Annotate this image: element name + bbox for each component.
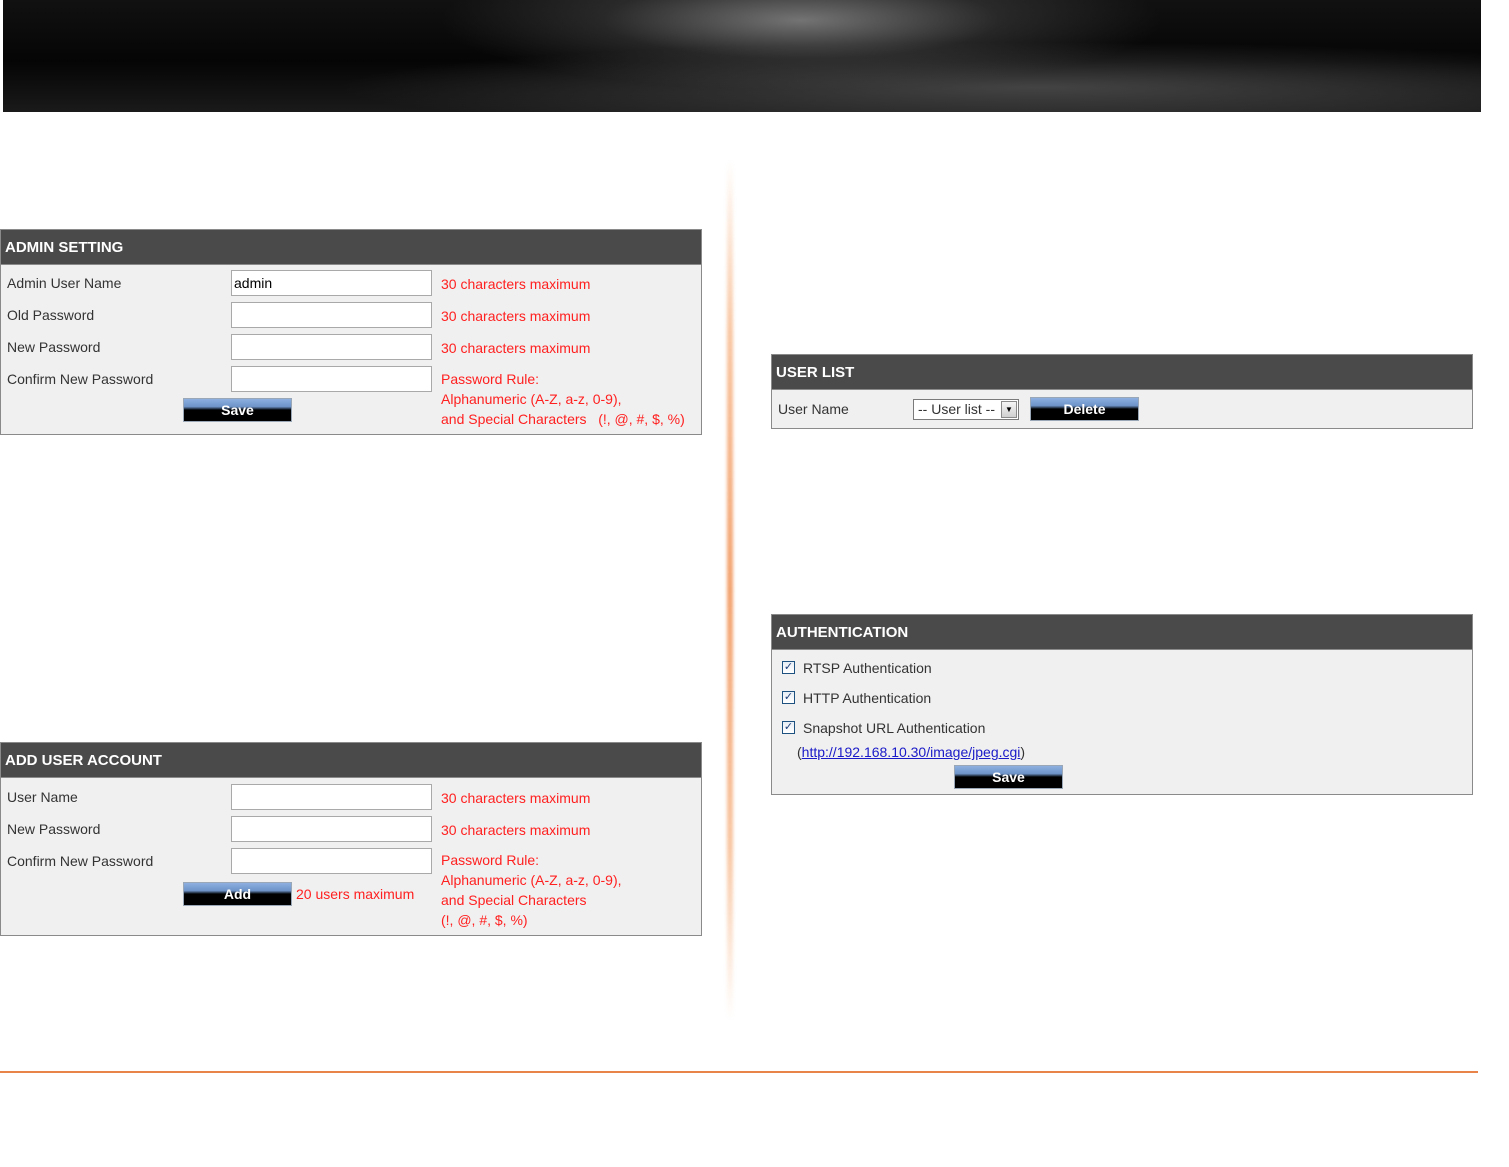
header-banner — [3, 0, 1481, 112]
new-password-label: New Password — [7, 339, 101, 355]
add-password-rule-line-3: and Special Characters — [441, 892, 587, 908]
user-list-label: User Name — [778, 401, 849, 417]
add-user-title: ADD USER ACCOUNT — [1, 743, 701, 778]
max-users-hint: 20 users maximum — [296, 886, 415, 902]
new-password-input[interactable] — [231, 334, 432, 360]
http-auth-checkbox[interactable]: ✓ — [782, 691, 795, 704]
admin-setting-title: ADMIN SETTING — [1, 230, 701, 265]
old-password-hint: 30 characters maximum — [441, 308, 591, 324]
admin-save-button[interactable]: Save — [183, 398, 292, 422]
confirm-password-input[interactable] — [231, 366, 432, 392]
add-user-name-hint: 30 characters maximum — [441, 790, 591, 806]
admin-user-name-hint: 30 characters maximum — [441, 276, 591, 292]
add-new-password-input[interactable] — [231, 816, 432, 842]
user-list-select[interactable]: -- User list -- ▼ — [913, 399, 1019, 420]
snapshot-url-line: (http://192.168.10.30/image/jpeg.cgi) — [797, 744, 1025, 760]
add-password-rule-line-4: (!, @, #, $, %) — [441, 912, 528, 928]
add-confirm-password-label: Confirm New Password — [7, 853, 154, 869]
authentication-panel: AUTHENTICATION ✓ RTSP Authentication ✓ H… — [771, 614, 1473, 795]
snapshot-url-close-paren: ) — [1020, 744, 1026, 760]
new-password-hint: 30 characters maximum — [441, 340, 591, 356]
add-user-name-input[interactable] — [231, 784, 432, 810]
authentication-title: AUTHENTICATION — [772, 615, 1472, 650]
rtsp-auth-label: RTSP Authentication — [803, 660, 932, 676]
add-user-panel: ADD USER ACCOUNT User Name 30 characters… — [0, 742, 702, 936]
add-new-password-hint: 30 characters maximum — [441, 822, 591, 838]
old-password-label: Old Password — [7, 307, 95, 323]
rtsp-auth-checkbox[interactable]: ✓ — [782, 661, 795, 674]
snapshot-auth-label: Snapshot URL Authentication — [803, 720, 986, 736]
admin-user-name-input[interactable] — [231, 270, 432, 296]
confirm-password-label: Confirm New Password — [7, 371, 154, 387]
user-list-panel: USER LIST User Name -- User list -- ▼ De… — [771, 354, 1473, 429]
http-auth-label: HTTP Authentication — [803, 690, 932, 706]
admin-user-name-label: Admin User Name — [7, 275, 122, 291]
user-list-title: USER LIST — [772, 355, 1472, 390]
password-rule-line-1: Password Rule: — [441, 371, 540, 387]
chevron-down-icon[interactable]: ▼ — [1001, 401, 1017, 418]
admin-setting-panel: ADMIN SETTING Admin User Name 30 charact… — [0, 229, 702, 435]
user-list-select-value: -- User list -- — [918, 401, 995, 417]
password-rule-line-2: Alphanumeric (A-Z, a-z, 0-9), — [441, 391, 622, 407]
delete-user-button[interactable]: Delete — [1030, 397, 1139, 421]
snapshot-auth-checkbox[interactable]: ✓ — [782, 721, 795, 734]
add-password-rule-line-2: Alphanumeric (A-Z, a-z, 0-9), — [441, 872, 622, 888]
add-user-name-label: User Name — [7, 789, 78, 805]
footer-divider — [0, 1071, 1478, 1073]
snapshot-url-link[interactable]: http://192.168.10.30/image/jpeg.cgi — [802, 744, 1021, 760]
old-password-input[interactable] — [231, 302, 432, 328]
authentication-save-button[interactable]: Save — [954, 765, 1063, 789]
add-user-button[interactable]: Add — [183, 882, 292, 906]
password-rule-line-3: and Special Characters (!, @, #, $, %) — [441, 411, 685, 427]
add-new-password-label: New Password — [7, 821, 101, 837]
column-divider — [727, 160, 733, 1020]
add-confirm-password-input[interactable] — [231, 848, 432, 874]
add-password-rule-line-1: Password Rule: — [441, 852, 540, 868]
